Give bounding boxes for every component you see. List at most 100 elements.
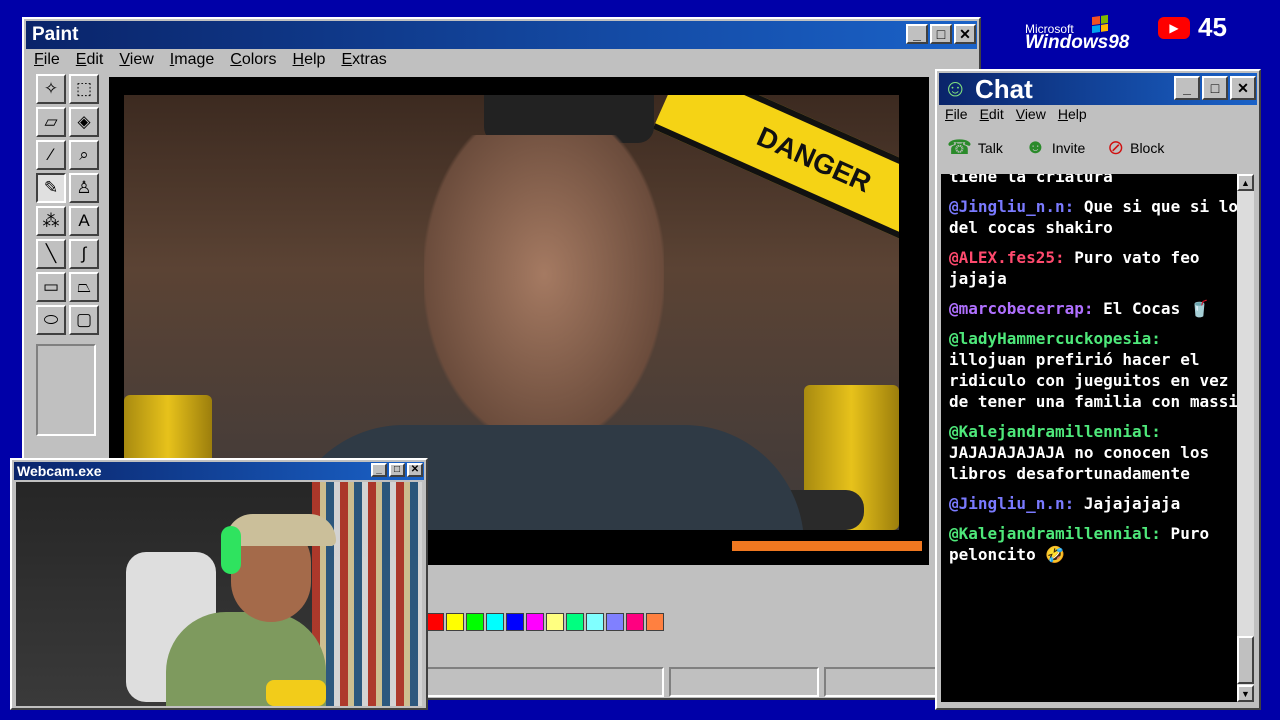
bookshelf — [312, 482, 422, 706]
invite-button[interactable]: ☻ Invite — [1025, 136, 1086, 159]
palette-swatch[interactable] — [506, 613, 524, 631]
paint-titlebar[interactable]: Paint — [26, 21, 977, 49]
green-headphones — [221, 526, 241, 574]
rect-select-icon[interactable]: ⬚ — [69, 74, 99, 104]
eraser-icon[interactable]: ▱ — [36, 107, 66, 137]
brush-icon[interactable]: ♙ — [69, 173, 99, 203]
free-select-icon[interactable]: ✧ — [36, 74, 66, 104]
webcam-window: Webcam.exe _ □ ✕ — [10, 458, 428, 710]
chat-text: Jajajajaja — [1074, 494, 1181, 513]
palette-swatch[interactable] — [526, 613, 544, 631]
chat-username[interactable]: @Kalejandramillennial: — [949, 524, 1161, 543]
palette-swatch[interactable] — [626, 613, 644, 631]
chat-scrollbar[interactable]: ▲ ▼ — [1237, 174, 1254, 702]
chat-log[interactable]: tiene la criatura @Jingliu_n.n: Que si q… — [941, 174, 1254, 702]
menu-edit[interactable]: Edit — [76, 51, 104, 69]
chat-username[interactable]: @ALEX.fes25: — [949, 248, 1065, 267]
menu-colors[interactable]: Colors — [230, 51, 276, 69]
ellipse-icon[interactable]: ⬭ — [36, 305, 66, 335]
menu-extras[interactable]: Extras — [341, 51, 386, 69]
palette-swatch[interactable] — [446, 613, 464, 631]
palette-swatch[interactable] — [486, 613, 504, 631]
rounded-rect-icon[interactable]: ▢ — [69, 305, 99, 335]
chat-people-icon: ☺ — [943, 75, 968, 102]
scroll-up-button[interactable]: ▲ — [1237, 174, 1254, 191]
youtube-count: 45 — [1198, 12, 1227, 42]
talk-icon: ☎ — [947, 137, 972, 159]
menu-view[interactable]: View — [119, 51, 153, 69]
status-cell-2 — [669, 667, 819, 697]
scroll-thumb[interactable] — [1237, 636, 1254, 684]
chat-message: @Kalejandramillennial: JAJAJAJAJAJA no c… — [949, 421, 1239, 484]
chat-menu-view[interactable]: View — [1016, 106, 1046, 122]
palette-swatch[interactable] — [546, 613, 564, 631]
partial-message: tiene la criatura — [949, 174, 1113, 186]
talk-label: Talk — [977, 139, 1003, 156]
chat-window: ☺ Chat _ □ ✕ File Edit View Help ☎ Talk … — [935, 69, 1261, 710]
chat-username[interactable]: @Kalejandramillennial: — [949, 422, 1161, 441]
menu-image[interactable]: Image — [170, 51, 214, 69]
curve-icon[interactable]: ∫ — [69, 239, 99, 269]
chat-message: @Jingliu_n.n: Jajajajaja — [949, 493, 1239, 514]
webcam-title: Webcam.exe — [17, 463, 102, 479]
palette-swatch[interactable] — [586, 613, 604, 631]
chat-username[interactable]: @ladyHammercuckopesia: — [949, 329, 1161, 348]
palette-swatch[interactable] — [646, 613, 664, 631]
chat-title: Chat — [975, 73, 1033, 104]
palette-swatch[interactable] — [566, 613, 584, 631]
maximize-button[interactable]: □ — [930, 24, 952, 44]
chat-menu-file[interactable]: File — [945, 106, 968, 122]
eyedropper-icon[interactable]: ⁄ — [36, 140, 66, 170]
chat-menubar: File Edit View Help — [945, 106, 1087, 122]
fill-icon[interactable]: ◈ — [69, 107, 99, 137]
chat-message: @Kalejandramillennial: Puro peloncito 🤣 — [949, 523, 1239, 565]
block-label: Block — [1130, 139, 1165, 156]
webcam-maximize-button[interactable]: □ — [389, 463, 405, 477]
chat-text: El Cocas 🥤 — [1093, 299, 1210, 318]
text-icon[interactable]: A — [69, 206, 99, 236]
webcam-minimize-button[interactable]: _ — [371, 463, 387, 477]
tool-options-box — [36, 344, 96, 436]
invite-label: Invite — [1051, 139, 1086, 156]
chat-message: @ladyHammercuckopesia: illojuan prefirió… — [949, 328, 1239, 412]
webcam-close-button[interactable]: ✕ — [407, 463, 423, 477]
line-icon[interactable]: ╲ — [36, 239, 66, 269]
palette-swatch[interactable] — [426, 613, 444, 631]
block-button[interactable]: ⊘ Block — [1107, 135, 1164, 160]
airbrush-icon[interactable]: ⁂ — [36, 206, 66, 236]
chat-minimize-button[interactable]: _ — [1174, 76, 1200, 100]
chat-message: @Jingliu_n.n: Que si que si lo del cocas… — [949, 196, 1239, 238]
rectangle-icon[interactable]: ▭ — [36, 272, 66, 302]
streamer-face — [424, 135, 664, 445]
youtube-icon: ▶ — [1158, 16, 1190, 39]
chat-username[interactable]: @Jingliu_n.n: — [949, 494, 1074, 513]
palette-swatch[interactable] — [466, 613, 484, 631]
orange-bar — [732, 541, 922, 551]
magnifier-icon[interactable]: ⌕ — [69, 140, 99, 170]
menu-file[interactable]: File — [34, 51, 60, 69]
pencil-icon[interactable]: ✎ — [36, 173, 66, 203]
scroll-down-button[interactable]: ▼ — [1237, 685, 1254, 702]
yellow-mug — [266, 680, 326, 706]
chat-maximize-button[interactable]: □ — [1202, 76, 1228, 100]
webcam-video — [16, 482, 422, 706]
invite-icon: ☻ — [1024, 136, 1046, 158]
close-button[interactable]: ✕ — [954, 24, 976, 44]
chat-menu-edit[interactable]: Edit — [980, 106, 1004, 122]
streamer-cap — [226, 514, 336, 546]
minimize-button[interactable]: _ — [906, 24, 928, 44]
chat-toolbar: ☎ Talk ☻ Invite ⊘ Block — [947, 135, 1164, 160]
webcam-titlebar[interactable]: Webcam.exe — [14, 462, 424, 480]
chat-message: @marcobecerrap: El Cocas 🥤 — [949, 298, 1239, 319]
status-cell-1 — [426, 667, 664, 697]
danger-text: DANGER — [752, 120, 876, 199]
talk-button[interactable]: ☎ Talk — [947, 135, 1003, 160]
chat-close-button[interactable]: ✕ — [1230, 76, 1256, 100]
chat-menu-help[interactable]: Help — [1058, 106, 1087, 122]
windows98-label: Windows98 — [1025, 32, 1130, 53]
chat-username[interactable]: @Jingliu_n.n: — [949, 197, 1074, 216]
palette-swatch[interactable] — [606, 613, 624, 631]
polygon-icon[interactable]: ⏢ — [69, 272, 99, 302]
menu-help[interactable]: Help — [293, 51, 326, 69]
chat-username[interactable]: @marcobecerrap: — [949, 299, 1094, 318]
